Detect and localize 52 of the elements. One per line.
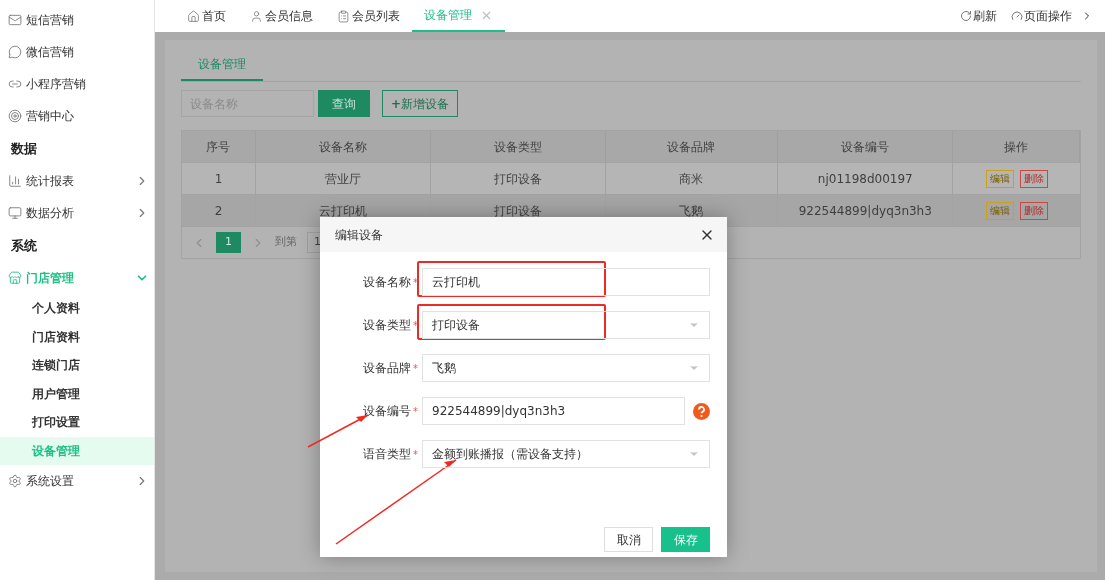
chat-bubble-icon bbox=[8, 45, 22, 59]
cancel-button[interactable]: 取消 bbox=[604, 527, 653, 552]
mail-icon bbox=[8, 13, 22, 27]
select-field[interactable]: 金额到账播报（需设备支持） bbox=[422, 440, 710, 468]
sidebar-item[interactable]: 统计报表 bbox=[0, 165, 154, 197]
sidebar-item[interactable]: 营销中心 bbox=[0, 100, 154, 132]
refresh-button[interactable]: 刷新 bbox=[960, 7, 997, 25]
required-mark: * bbox=[413, 318, 418, 333]
bar-chart-icon bbox=[8, 174, 22, 188]
sidebar-subitem[interactable]: 个人资料 bbox=[0, 294, 154, 323]
sidebar-item[interactable]: 数据分析 bbox=[0, 197, 154, 229]
text-field[interactable]: 922544899|dyq3n3h3 bbox=[422, 397, 685, 425]
field-label: 语音类型 bbox=[363, 446, 411, 463]
select-field[interactable]: 打印设备 bbox=[422, 311, 710, 339]
field-label: 设备名称 bbox=[363, 274, 411, 291]
required-mark: * bbox=[413, 447, 418, 462]
sidebar-subitem[interactable]: 连锁门店 bbox=[0, 351, 154, 380]
goto-label: 到第 bbox=[275, 234, 297, 251]
gauge-icon bbox=[1011, 10, 1023, 22]
user-icon bbox=[250, 9, 263, 23]
sidebar-subitem[interactable]: 用户管理 bbox=[0, 379, 154, 408]
sidebar-item[interactable]: 微信营销 bbox=[0, 36, 154, 68]
required-mark: * bbox=[413, 361, 418, 376]
sidebar-heading: 数据 bbox=[11, 139, 37, 158]
sidebar-item[interactable]: 系统设置 bbox=[0, 465, 154, 497]
sidebar-subitem[interactable]: 门店资料 bbox=[0, 322, 154, 351]
required-mark: * bbox=[413, 404, 418, 419]
text-field[interactable]: 云打印机 bbox=[422, 268, 710, 296]
monitor-icon bbox=[8, 206, 22, 220]
sidebar-subitem[interactable]: 打印设置 bbox=[0, 408, 154, 437]
sidebar-item[interactable]: 短信营销 bbox=[0, 4, 154, 36]
sidebar-heading: 系统 bbox=[11, 236, 37, 255]
page-tab[interactable]: 会员列表 bbox=[325, 0, 412, 32]
link-icon bbox=[8, 77, 22, 91]
select-field[interactable]: 飞鹅 bbox=[422, 354, 710, 382]
required-mark: * bbox=[413, 275, 418, 290]
help-icon[interactable] bbox=[693, 402, 710, 420]
field-label: 设备类型 bbox=[363, 317, 411, 334]
home-icon bbox=[187, 9, 200, 23]
page-tab[interactable]: 会员信息 bbox=[238, 0, 325, 32]
store-icon bbox=[8, 271, 22, 285]
field-label: 设备品牌 bbox=[363, 360, 411, 377]
dialog-title: 编辑设备 bbox=[335, 226, 383, 244]
table-cell: 2 bbox=[182, 195, 256, 226]
page-tab[interactable]: 首页 bbox=[175, 0, 238, 32]
target-icon bbox=[8, 109, 22, 123]
refresh-icon bbox=[960, 10, 972, 22]
table-cell: 922544899|dyq3n3h3 bbox=[778, 195, 954, 226]
sidebar-item[interactable]: 小程序营销 bbox=[0, 68, 154, 100]
page-actions-button[interactable]: 页面操作 bbox=[1011, 7, 1093, 25]
settings-icon bbox=[8, 474, 22, 488]
clipboard-icon bbox=[337, 9, 350, 23]
